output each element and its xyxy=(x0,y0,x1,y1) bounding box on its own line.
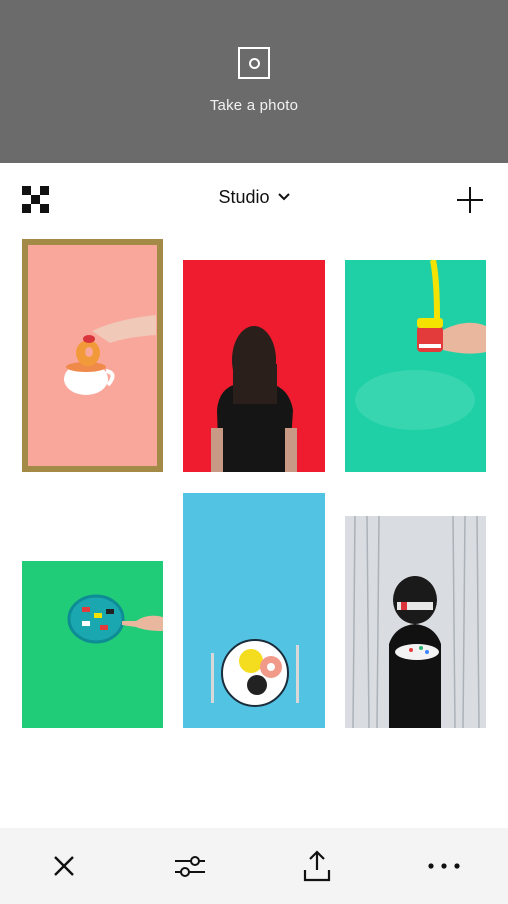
chevron-down-icon xyxy=(277,193,290,201)
more-icon[interactable] xyxy=(426,848,462,884)
photo-thumbnail[interactable] xyxy=(183,260,325,472)
share-icon[interactable] xyxy=(299,848,335,884)
photo-thumbnail[interactable] xyxy=(345,516,486,728)
photo-thumbnail[interactable] xyxy=(345,260,486,472)
photo-thumbnail[interactable] xyxy=(183,493,325,728)
album-selector[interactable]: Studio xyxy=(0,187,508,208)
photo-thumbnail[interactable] xyxy=(22,239,163,472)
adjust-sliders-icon[interactable] xyxy=(172,848,208,884)
camera-capture-area[interactable]: Take a photo xyxy=(0,0,508,163)
take-photo-label: Take a photo xyxy=(209,97,299,114)
close-icon[interactable] xyxy=(46,848,82,884)
album-title: Studio xyxy=(218,187,270,207)
plus-icon[interactable] xyxy=(457,187,483,213)
photo-thumbnail[interactable] xyxy=(22,561,163,728)
bottom-toolbar xyxy=(0,828,508,904)
camera-shutter-icon[interactable] xyxy=(238,47,270,79)
